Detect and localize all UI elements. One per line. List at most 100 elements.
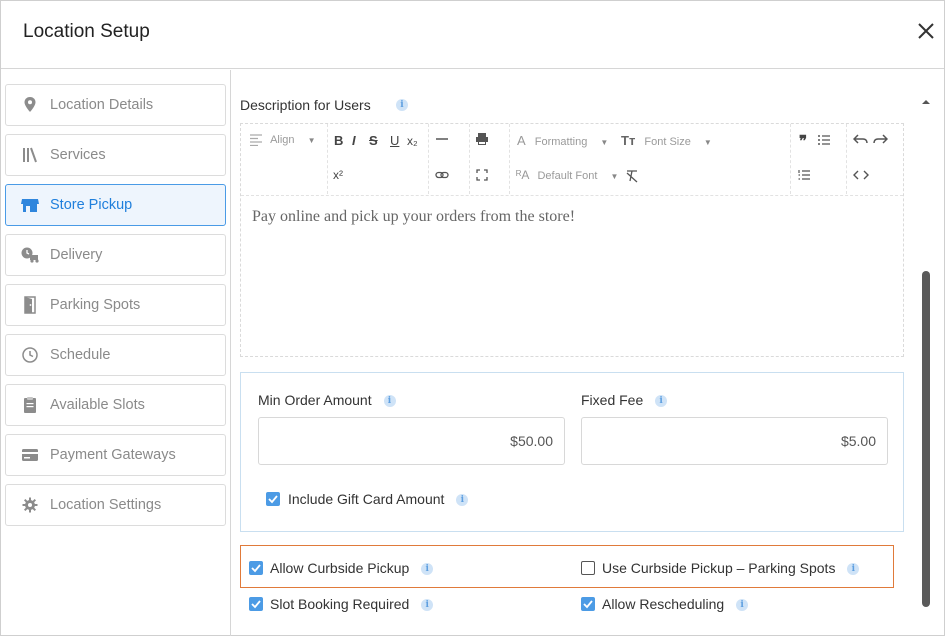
redo-icon[interactable]: [872, 133, 889, 145]
blockquote-icon[interactable]: ❞: [799, 132, 807, 150]
fullscreen-icon[interactable]: [475, 168, 489, 182]
sidebar-item-label: Location Settings: [50, 497, 162, 513]
allow-curbside-label-text: Allow Curbside Pickup: [270, 560, 410, 576]
formatting-label: Formatting: [534, 136, 588, 148]
formatting-dropdown[interactable]: A Formatting ▼: [517, 133, 608, 148]
gift-card-label: Include Gift Card Amount i: [288, 491, 469, 507]
chevron-down-icon: ▼: [703, 138, 712, 147]
sidebar-item-label: Delivery: [50, 247, 103, 263]
fixed-fee-input[interactable]: $5.00: [581, 417, 888, 465]
font-size-dropdown[interactable]: Tт Font Size ▼: [621, 133, 712, 148]
underline-button[interactable]: U: [390, 133, 399, 148]
allow-rescheduling-checkbox[interactable]: [581, 597, 595, 611]
sidebar-item-store-pickup[interactable]: Store Pickup: [5, 184, 226, 226]
store-icon: [20, 196, 40, 214]
scroll-up-arrow-icon[interactable]: [921, 94, 931, 104]
allow-curbside-checkbox[interactable]: [249, 561, 263, 575]
format-a-icon: A: [517, 133, 526, 148]
sidebar-item-label: Payment Gateways: [50, 447, 176, 463]
sidebar-item-label: Services: [50, 147, 106, 163]
allow-rescheduling-label-text: Allow Rescheduling: [602, 596, 725, 612]
fixed-fee-label: Fixed Fee i: [581, 392, 668, 408]
min-order-amount-input[interactable]: $50.00: [258, 417, 565, 465]
description-text[interactable]: Pay online and pick up your orders from …: [252, 208, 575, 226]
align-dropdown[interactable]: Align ▼: [249, 134, 316, 147]
sidebar-item-label: Available Slots: [50, 397, 145, 413]
info-icon[interactable]: i: [847, 563, 860, 576]
parking-door-icon: [20, 296, 40, 314]
chevron-down-icon: ▼: [610, 172, 619, 181]
gift-card-checkbox[interactable]: [266, 492, 280, 506]
clear-format-icon[interactable]: [625, 169, 639, 183]
sidebar: Location Details Services Store Pickup D…: [1, 70, 231, 636]
text-size-icon: Tт: [621, 133, 636, 148]
sidebar-item-label: Store Pickup: [50, 197, 133, 213]
sidebar-item-parking-spots[interactable]: Parking Spots: [5, 284, 226, 326]
sidebar-item-location-settings[interactable]: Location Settings: [5, 484, 226, 526]
scrollbar-thumb[interactable]: [922, 271, 930, 607]
delivery-icon: [20, 246, 40, 264]
sidebar-item-schedule[interactable]: Schedule: [5, 334, 226, 376]
use-curbside-parking-label-text: Use Curbside Pickup – Parking Spots: [602, 560, 836, 576]
info-icon[interactable]: i: [396, 99, 408, 111]
subscript-button[interactable]: x₂: [407, 134, 418, 148]
info-icon[interactable]: i: [421, 563, 434, 576]
allow-rescheduling-label: Allow Rescheduling i: [602, 596, 749, 612]
close-icon[interactable]: [914, 19, 938, 43]
link-icon[interactable]: [435, 168, 449, 182]
italic-button[interactable]: I: [352, 133, 356, 148]
info-icon[interactable]: i: [456, 494, 469, 507]
sidebar-item-payment-gateways[interactable]: Payment Gateways: [5, 434, 226, 476]
sidebar-item-location-details[interactable]: Location Details: [5, 84, 226, 126]
dialog-title: Location Setup: [23, 21, 150, 42]
sidebar-item-label: Location Details: [50, 97, 154, 113]
services-icon: [20, 146, 40, 164]
sidebar-item-delivery[interactable]: Delivery: [5, 234, 226, 276]
use-curbside-parking-label: Use Curbside Pickup – Parking Spots i: [602, 560, 860, 576]
gear-icon: [20, 496, 40, 514]
clock-icon: [20, 346, 40, 364]
editor-toolbar: Align ▼ B I S U x₂ x² A Formatting ▼ Tт …: [241, 124, 903, 196]
sidebar-item-label: Schedule: [50, 347, 111, 363]
fixed-fee-label-text: Fixed Fee: [581, 392, 644, 408]
font-size-label: Font Size: [644, 136, 691, 148]
vertical-scrollbar[interactable]: [921, 94, 931, 614]
map-pin-icon: [20, 96, 40, 114]
undo-icon[interactable]: [852, 133, 869, 145]
description-label: Description for Users i: [240, 97, 408, 113]
superscript-button[interactable]: x²: [333, 168, 343, 182]
sidebar-item-label: Parking Spots: [50, 297, 141, 313]
allow-curbside-label: Allow Curbside Pickup i: [270, 560, 434, 576]
info-icon[interactable]: i: [383, 395, 396, 408]
location-setup-dialog: Location Setup Location Details Services…: [0, 0, 945, 636]
min-order-label: Min Order Amount i: [258, 392, 396, 408]
numbered-list-icon[interactable]: [797, 168, 811, 182]
chevron-down-icon: ▼: [307, 136, 316, 145]
sidebar-item-services[interactable]: Services: [5, 134, 226, 176]
source-code-icon[interactable]: [853, 169, 869, 181]
default-font-dropdown[interactable]: ᴿA Default Font ▼: [516, 168, 618, 182]
horizontal-rule-icon[interactable]: [435, 132, 449, 146]
align-label: Align: [270, 134, 295, 146]
bullet-list-icon[interactable]: [817, 133, 831, 147]
store-pickup-panel: Description for Users i Align ▼ B I S U …: [232, 70, 944, 636]
chevron-down-icon: ▼: [600, 138, 609, 147]
min-order-label-text: Min Order Amount: [258, 392, 372, 408]
info-icon[interactable]: i: [421, 599, 434, 612]
info-icon[interactable]: i: [736, 599, 749, 612]
dialog-header: Location Setup: [1, 1, 944, 69]
use-curbside-parking-checkbox[interactable]: [581, 561, 595, 575]
font-family-icon: ᴿA: [516, 168, 530, 182]
print-icon[interactable]: [475, 132, 489, 146]
slot-booking-label: Slot Booking Required i: [270, 596, 434, 612]
gift-card-label-text: Include Gift Card Amount: [288, 491, 445, 507]
bold-button[interactable]: B: [334, 133, 343, 148]
rich-text-editor: Align ▼ B I S U x₂ x² A Formatting ▼ Tт …: [240, 123, 904, 357]
sidebar-item-available-slots[interactable]: Available Slots: [5, 384, 226, 426]
slot-booking-checkbox[interactable]: [249, 597, 263, 611]
default-font-label: Default Font: [537, 170, 598, 182]
slot-booking-label-text: Slot Booking Required: [270, 596, 410, 612]
info-icon[interactable]: i: [655, 395, 668, 408]
description-label-text: Description for Users: [240, 97, 371, 113]
strikethrough-button[interactable]: S: [369, 133, 378, 148]
